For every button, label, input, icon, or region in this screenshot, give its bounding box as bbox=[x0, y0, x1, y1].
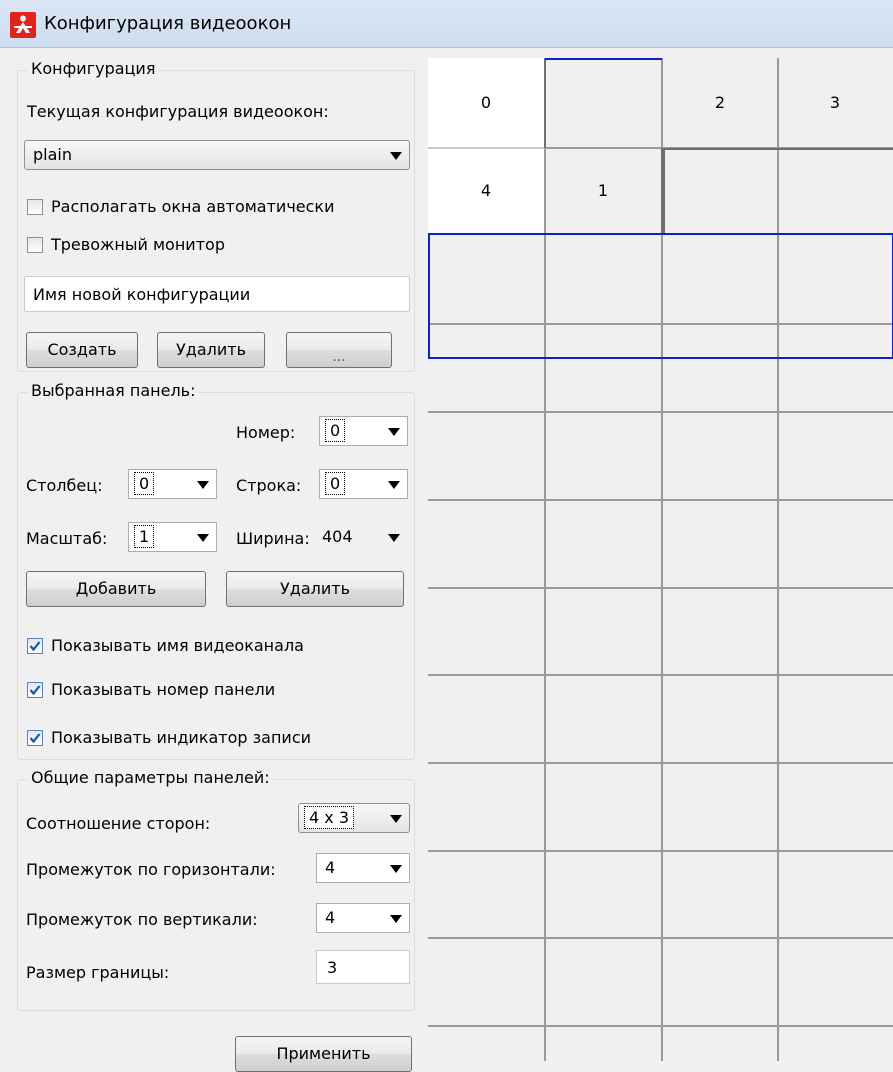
video-panel-grid[interactable]: 0 2 3 4 1 bbox=[428, 58, 893, 1061]
show-panel-number-checkbox[interactable] bbox=[27, 682, 43, 698]
chevron-down-icon bbox=[390, 915, 402, 923]
grid-canvas: 0 2 3 4 1 bbox=[428, 58, 893, 1061]
title-bar: Конфигурация видеоокон bbox=[0, 0, 893, 48]
show-record-indicator-checkbox[interactable] bbox=[27, 730, 43, 746]
v-gap-label: Промежуток по вертикали: bbox=[26, 910, 258, 929]
scale-dropdown[interactable]: 1 bbox=[128, 522, 217, 552]
checkmark-icon bbox=[29, 641, 41, 652]
app-logo-icon bbox=[10, 12, 36, 38]
width-dropdown[interactable]: 404 bbox=[319, 522, 408, 552]
new-config-name-input[interactable] bbox=[25, 277, 409, 311]
current-config-label: Текущая конфигурация видеоокон: bbox=[27, 102, 329, 121]
panel-label[interactable]: 0 bbox=[481, 93, 491, 112]
chevron-down-icon bbox=[197, 534, 209, 542]
auto-arrange-checkbox[interactable] bbox=[27, 199, 43, 215]
configuration-legend: Конфигурация bbox=[28, 59, 159, 78]
chevron-down-icon bbox=[390, 865, 402, 873]
new-config-name-field[interactable] bbox=[24, 276, 410, 312]
row-dropdown[interactable]: 0 bbox=[319, 469, 408, 499]
window-title: Конфигурация видеоокон bbox=[44, 13, 292, 34]
create-config-button[interactable]: Создать bbox=[26, 332, 138, 368]
chevron-down-icon bbox=[388, 428, 400, 436]
delete-config-button[interactable]: Удалить bbox=[157, 332, 265, 368]
h-gap-label: Промежуток по горизонтали: bbox=[26, 860, 276, 879]
selected-panel-legend: Выбранная панель: bbox=[28, 381, 199, 400]
chevron-down-icon bbox=[388, 534, 400, 542]
v-gap-dropdown[interactable]: 4 bbox=[316, 903, 410, 933]
column-dropdown[interactable]: 0 bbox=[128, 469, 217, 499]
current-config-dropdown[interactable]: plain bbox=[24, 140, 410, 170]
row-label: Строка: bbox=[236, 476, 302, 495]
aspect-ratio-dropdown[interactable]: 4 x 3 bbox=[298, 803, 410, 833]
alarm-monitor-checkbox[interactable] bbox=[27, 237, 43, 253]
scale-value: 1 bbox=[134, 525, 155, 548]
width-value: 404 bbox=[322, 527, 353, 546]
current-config-value: plain bbox=[33, 145, 72, 164]
row-value: 0 bbox=[325, 472, 346, 495]
aspect-ratio-value: 4 x 3 bbox=[304, 806, 354, 829]
border-size-field[interactable] bbox=[316, 950, 410, 984]
v-gap-value: 4 bbox=[325, 908, 336, 927]
panel-number-label: Номер: bbox=[236, 423, 296, 442]
panel-label[interactable]: 4 bbox=[481, 181, 491, 200]
h-gap-value: 4 bbox=[325, 858, 336, 877]
checkmark-icon bbox=[29, 685, 41, 696]
chevron-down-icon bbox=[390, 152, 402, 160]
chevron-down-icon bbox=[197, 481, 209, 489]
column-label: Столбец: bbox=[26, 476, 103, 495]
aspect-ratio-label: Соотношение сторон: bbox=[26, 814, 211, 833]
show-panel-number-label[interactable]: Показывать номер панели bbox=[51, 680, 275, 699]
panel-label[interactable]: 2 bbox=[715, 93, 725, 112]
add-panel-button[interactable]: Добавить bbox=[26, 571, 206, 607]
delete-panel-button[interactable]: Удалить bbox=[226, 571, 404, 607]
panel-label[interactable]: 3 bbox=[830, 93, 840, 112]
show-channel-name-label[interactable]: Показывать имя видеоканала bbox=[51, 636, 304, 655]
chevron-down-icon bbox=[390, 815, 402, 823]
more-button[interactable]: ... bbox=[286, 332, 392, 368]
alarm-monitor-label[interactable]: Тревожный монитор bbox=[51, 235, 225, 254]
panel-number-dropdown[interactable]: 0 bbox=[319, 416, 408, 446]
h-gap-dropdown[interactable]: 4 bbox=[316, 853, 410, 883]
settings-pane: Конфигурация Текущая конфигурация видеоо… bbox=[0, 48, 428, 1072]
checkmark-icon bbox=[29, 733, 41, 744]
border-size-label: Размер границы: bbox=[26, 963, 170, 982]
panel-number-value: 0 bbox=[325, 419, 346, 442]
apply-button[interactable]: Применить bbox=[235, 1036, 412, 1072]
show-record-indicator-label[interactable]: Показывать индикатор записи bbox=[51, 728, 311, 747]
more-button-label: ... bbox=[332, 349, 346, 365]
chevron-down-icon bbox=[388, 481, 400, 489]
border-size-input[interactable] bbox=[317, 951, 409, 983]
auto-arrange-label[interactable]: Располагать окна автоматически bbox=[51, 197, 334, 216]
width-label: Ширина: bbox=[236, 529, 310, 548]
panel-label[interactable]: 1 bbox=[598, 181, 608, 200]
scale-label: Масштаб: bbox=[26, 529, 108, 548]
show-channel-name-checkbox[interactable] bbox=[27, 638, 43, 654]
common-params-legend: Общие параметры панелей: bbox=[28, 768, 273, 787]
column-value: 0 bbox=[134, 472, 155, 495]
